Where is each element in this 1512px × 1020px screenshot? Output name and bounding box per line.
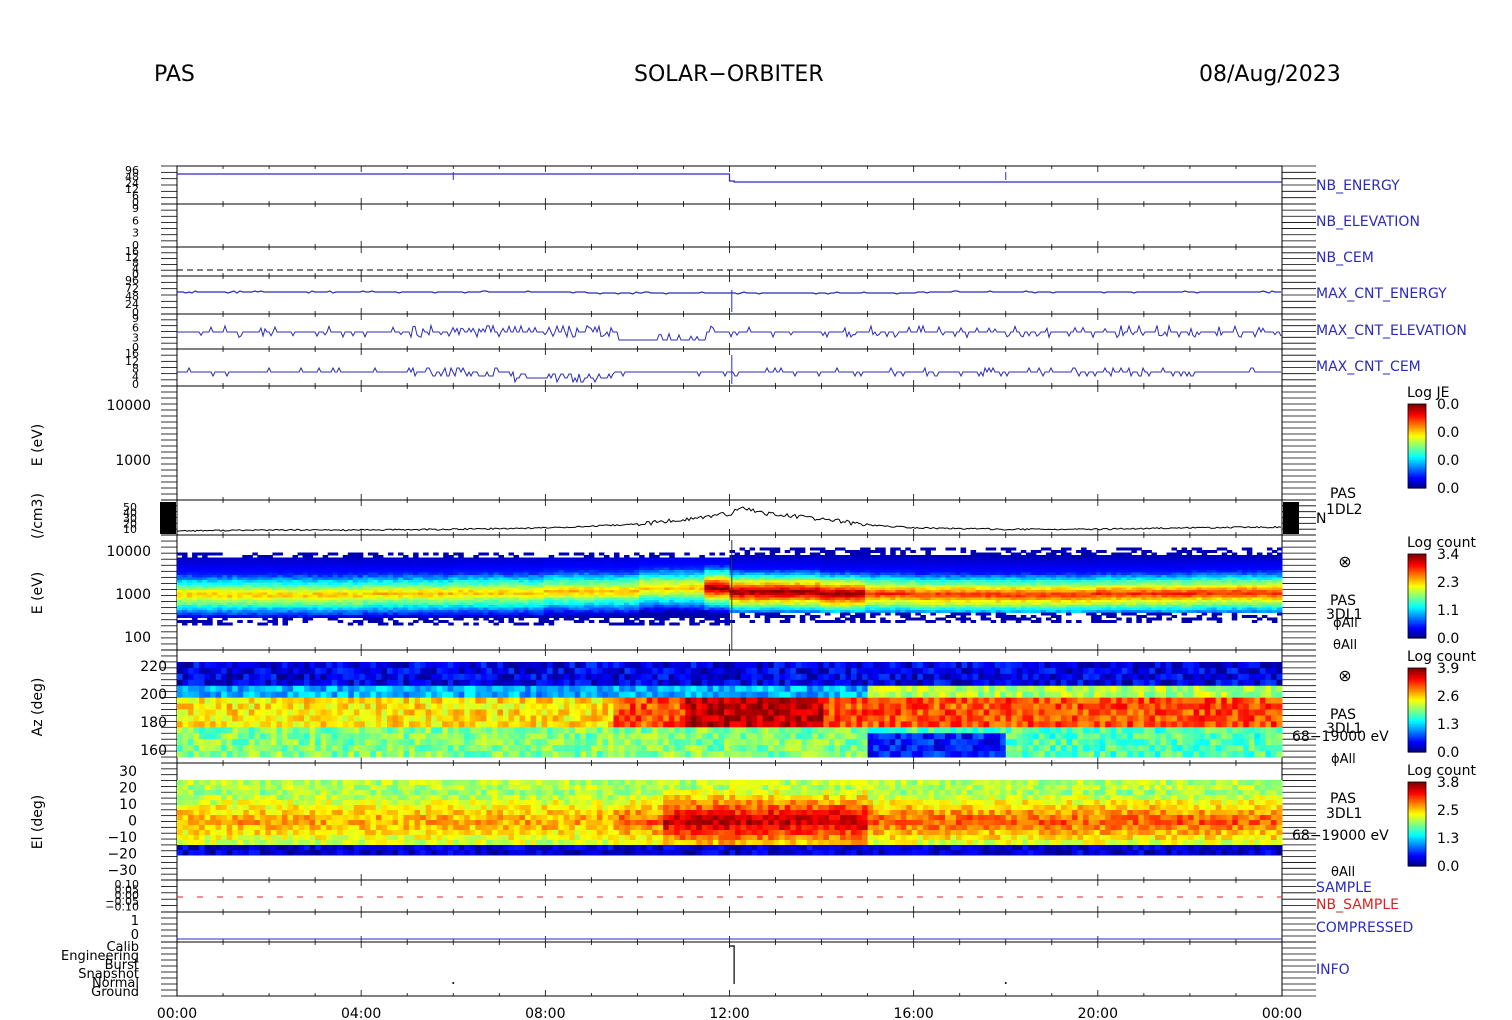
right-label: θAll	[1333, 638, 1357, 653]
colorbar-tick-label: 1.3	[1437, 717, 1459, 733]
elevation-spectrogram	[177, 780, 1283, 856]
max-cnt-cem-line	[177, 366, 1281, 384]
multi-panel-chart: 9648241260NB_ENERGY9630NB_ELEVATION16128…	[30, 164, 1476, 1020]
right-label: COMPRESSED	[1316, 920, 1413, 936]
time-label: 16:00	[893, 1006, 933, 1020]
y-axis-label: E (eV)	[30, 572, 46, 614]
y-tick-label: −10	[107, 830, 137, 846]
y-tick-label: 20	[119, 781, 137, 797]
max-cnt-energy-line	[177, 290, 1281, 295]
panel-frame	[176, 385, 1283, 501]
colorbar-tick-label: 2.6	[1437, 689, 1459, 705]
y-tick-label: 10	[119, 797, 137, 813]
panel-name-label: MAX_CNT_ELEVATION	[1316, 323, 1467, 339]
panel-name-label: MAX_CNT_ENERGY	[1316, 286, 1447, 302]
azimuth-spectrogram	[177, 662, 1283, 758]
y-tick-label: 1000	[115, 587, 151, 603]
time-label: 00:00	[157, 1006, 197, 1020]
y-tick-label: 0	[128, 814, 137, 830]
right-label: 68−19000 eV	[1292, 729, 1389, 745]
y-axis-label: E (eV)	[30, 424, 46, 466]
info-dot	[1004, 982, 1007, 984]
colorbar-tick-label: 2.5	[1437, 803, 1459, 819]
right-label: ⊗	[1338, 666, 1351, 685]
y-tick-label: Ground	[91, 985, 139, 1000]
y-tick-label: 0	[132, 378, 139, 391]
right-label: PAS	[1330, 486, 1356, 502]
colorbar-tick-label: 1.3	[1437, 831, 1459, 847]
y-tick-label: −30	[107, 863, 137, 879]
y-tick-label: 220	[140, 659, 167, 675]
right-label: SAMPLE	[1316, 880, 1372, 896]
y-tick-label: 3	[132, 227, 139, 240]
right-label: ϕAll	[1331, 752, 1356, 767]
time-label: 20:00	[1078, 1006, 1118, 1020]
right-label: θAll	[1331, 865, 1355, 880]
panel-name-label: NB_CEM	[1316, 250, 1374, 266]
right-label: 68−19000 eV	[1292, 828, 1389, 844]
colorbar-tick-label: 3.9	[1437, 661, 1459, 677]
colorbar-tick-label: 0.0	[1437, 859, 1459, 875]
y-tick-label: 1	[131, 914, 139, 929]
max-cnt-elevation-line	[177, 323, 1282, 341]
y-tick-label: 10000	[106, 398, 151, 414]
time-label: 04:00	[341, 1006, 381, 1020]
right-black-block	[1283, 502, 1299, 534]
colorbar-tick-label: 3.4	[1437, 547, 1459, 563]
right-label: 1DL2	[1326, 502, 1362, 518]
panel-frame	[176, 941, 1283, 997]
y-tick-label: 100	[124, 630, 151, 646]
colorbar-tick-label: 0.0	[1437, 425, 1459, 441]
y-tick-label: 1000	[115, 453, 151, 469]
panel-frame	[176, 203, 1283, 248]
energy-spectrogram	[177, 547, 1283, 626]
panel-name-label: NB_ENERGY	[1316, 178, 1400, 194]
y-tick-label: −20	[107, 847, 137, 863]
left-black-block	[160, 502, 176, 534]
time-label: 00:00	[1262, 1006, 1302, 1020]
info-line	[729, 945, 735, 984]
y-tick-label: −0.10	[105, 900, 139, 913]
y-axis-label: El (deg)	[30, 795, 46, 850]
right-label: INFO	[1316, 962, 1350, 978]
colorbar-tick-label: 0.0	[1437, 481, 1459, 497]
y-tick-label: 10000	[106, 544, 151, 560]
y-tick-label: 160	[140, 743, 167, 759]
y-tick-label: 9	[132, 202, 139, 215]
colorbar-tick-label: 0.0	[1437, 453, 1459, 469]
y-tick-label: 200	[140, 687, 167, 703]
y-tick-label: 10	[123, 523, 137, 536]
right-label: PAS	[1330, 791, 1356, 807]
right-label: ϕAll	[1333, 616, 1358, 631]
colorbar-tick-label: 0.0	[1437, 745, 1459, 761]
right-label: NB_SAMPLE	[1316, 897, 1399, 913]
y-axis-label: Az (deg)	[30, 678, 46, 737]
colorbar-tick-label: 0.0	[1437, 631, 1459, 647]
time-label: 08:00	[525, 1006, 565, 1020]
time-label: 12:00	[709, 1006, 749, 1020]
colorbar-tick-label: 2.3	[1437, 575, 1459, 591]
colorbar-tick-label: 3.8	[1437, 775, 1459, 791]
right-label: ⊗	[1338, 552, 1351, 571]
y-axis-label: (/cm3)	[30, 493, 46, 539]
colorbar-tick-label: 1.1	[1437, 603, 1459, 619]
colorbar-tick-label: 0.0	[1437, 397, 1459, 413]
info-dot	[452, 982, 455, 984]
density-line	[177, 506, 1282, 532]
nb-energy-line	[177, 173, 1282, 183]
panel-name-label: NB_ELEVATION	[1316, 214, 1420, 230]
panel-name-label: MAX_CNT_CEM	[1316, 359, 1421, 375]
y-tick-label: 30	[119, 764, 137, 780]
right-label: N	[1316, 511, 1326, 527]
right-label: 3DL1	[1326, 806, 1362, 822]
y-tick-label: 180	[140, 715, 167, 731]
y-tick-label: 6	[132, 214, 139, 227]
